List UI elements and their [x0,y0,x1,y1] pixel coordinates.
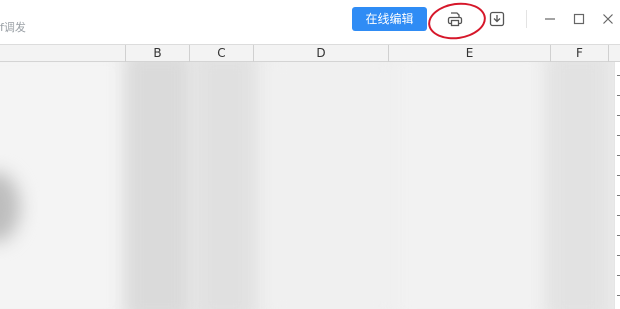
close-button[interactable] [598,9,618,29]
online-edit-button[interactable]: 在线编辑 [352,7,427,31]
blurred-region [0,62,130,309]
column-header-d[interactable]: D [254,45,389,62]
column-header-row: B C D E F [0,44,620,62]
print-icon [447,12,463,27]
column-header-f[interactable]: F [551,45,609,62]
document-title-fragment: f调发 [0,21,26,34]
right-scroll-rail[interactable] [614,62,620,309]
blurred-region [195,62,255,309]
maximize-button[interactable] [569,9,589,29]
column-header-e[interactable]: E [389,45,551,62]
download-icon [489,11,505,27]
blurred-region [395,62,545,309]
minimize-icon [545,18,555,20]
blurred-region [125,62,190,309]
top-toolbar: f调发 在线编辑 [0,0,620,44]
minimize-button[interactable] [540,9,560,29]
maximize-icon [573,13,585,25]
download-button[interactable] [486,8,508,30]
print-button[interactable] [444,8,466,30]
close-icon [603,14,613,24]
blurred-region [548,62,608,309]
column-header-c[interactable]: C [190,45,254,62]
blurred-region [265,62,395,309]
column-header-a-partial[interactable] [0,45,126,62]
column-header-b[interactable]: B [126,45,190,62]
toolbar-divider [526,10,527,28]
spreadsheet-body-blurred[interactable] [0,62,614,309]
